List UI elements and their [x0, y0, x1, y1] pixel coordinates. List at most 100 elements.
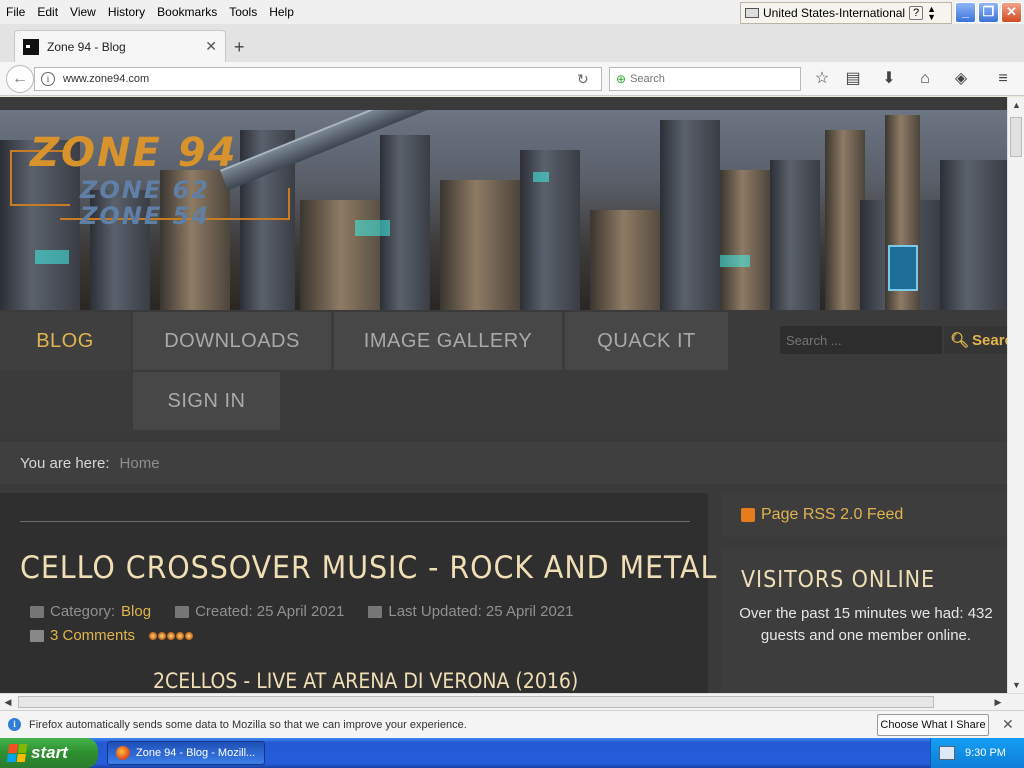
- visitors-text: Over the past 15 minutes we had: 432 gue…: [739, 605, 993, 644]
- scroll-left-icon[interactable]: ◀: [0, 694, 16, 710]
- article-subtitle: 2CELLOS - LIVE AT ARENA DI VERONA (2016): [153, 669, 579, 693]
- url-text: www.zone94.com: [63, 73, 150, 85]
- calendar-icon: [368, 605, 383, 618]
- language-label: United States-International: [763, 6, 906, 20]
- language-options-icon[interactable]: ▲ ▼: [927, 5, 936, 22]
- start-label: start: [31, 743, 68, 762]
- windows-logo-icon: [6, 744, 28, 762]
- restore-button[interactable]: ❐: [978, 2, 999, 23]
- downloads-icon[interactable]: ⬇: [879, 69, 899, 89]
- tab-title: Zone 94 - Blog: [47, 39, 126, 54]
- breadcrumb-home: Home: [119, 454, 160, 472]
- nav-sign-in[interactable]: SIGN IN: [133, 372, 280, 430]
- site-logo-secondary: ZONE 62: [80, 176, 211, 204]
- taskbar-item-label: Zone 94 - Blog - Mozill...: [136, 747, 256, 759]
- reading-list-icon[interactable]: ▤: [843, 69, 863, 89]
- tab-zone94-blog[interactable]: Zone 94 - Blog ✕: [14, 30, 226, 62]
- divider: [20, 521, 690, 522]
- clock[interactable]: 9:30 PM: [965, 747, 1006, 759]
- site-navigation: BLOG DOWNLOADS IMAGE GALLERY QUACK IT SI…: [0, 310, 1007, 432]
- close-window-button[interactable]: ✕: [1001, 2, 1022, 23]
- tab-strip: Zone 94 - Blog ✕ +: [0, 24, 1024, 62]
- menu-tools[interactable]: Tools: [223, 5, 263, 19]
- nav-blog[interactable]: BLOG: [0, 312, 130, 370]
- scroll-down-icon[interactable]: ▼: [1008, 677, 1024, 693]
- site-favicon-icon: [23, 38, 39, 55]
- article-meta-comments: 3 Comments: [30, 627, 194, 644]
- rss-feed-link[interactable]: Page RSS 2.0 Feed: [721, 493, 1007, 537]
- search-engine-icon[interactable]: ⊕: [616, 72, 626, 86]
- nav-image-gallery[interactable]: IMAGE GALLERY: [334, 312, 562, 370]
- site-banner: ZONE 94 ZONE 62 ZONE 54: [0, 110, 1007, 310]
- keyboard-icon: [745, 8, 759, 18]
- rss-icon: [741, 508, 755, 522]
- browser-search-box[interactable]: ⊕: [609, 67, 801, 91]
- visitors-online-module: VISITORS ONLINE Over the past 15 minutes…: [721, 549, 1007, 693]
- site-search-button-label: Search: [972, 331, 1007, 349]
- breadcrumb-label: You are here:: [20, 454, 110, 472]
- scroll-thumb[interactable]: [1010, 117, 1022, 157]
- site-logo-primary[interactable]: ZONE 94: [30, 130, 237, 176]
- scroll-up-icon[interactable]: ▲: [1008, 97, 1024, 113]
- category-label: Category:: [50, 603, 116, 620]
- search-icon: 🔍︎: [950, 332, 970, 349]
- comment-icon: [30, 629, 44, 642]
- pocket-icon[interactable]: ◈: [951, 69, 971, 89]
- page-viewport: ZONE 94 ZONE 62 ZONE 54 BLOG DOWNLOADS I…: [0, 97, 1007, 693]
- system-tray: 9:30 PM: [930, 738, 1024, 768]
- nav-downloads[interactable]: DOWNLOADS: [133, 312, 331, 370]
- info-icon: i: [8, 718, 21, 731]
- language-bar[interactable]: United States-International ? ▲ ▼: [740, 2, 952, 24]
- start-button[interactable]: start: [0, 738, 98, 768]
- comments-link[interactable]: 3 Comments: [50, 627, 135, 644]
- close-tab-icon[interactable]: ✕: [205, 38, 217, 55]
- taskbar-item-firefox[interactable]: Zone 94 - Blog - Mozill...: [107, 741, 265, 765]
- browser-search-input[interactable]: [630, 73, 781, 85]
- category-link[interactable]: Blog: [121, 603, 151, 620]
- minimize-button[interactable]: _: [955, 2, 976, 23]
- info-icon[interactable]: i: [41, 72, 55, 86]
- created-date: Created: 25 April 2021: [195, 603, 345, 620]
- hamburger-menu-icon[interactable]: ≡: [993, 69, 1013, 89]
- menu-file[interactable]: File: [0, 5, 31, 19]
- home-icon[interactable]: ⌂: [915, 69, 935, 89]
- menu-help[interactable]: Help: [263, 5, 300, 19]
- reload-icon[interactable]: ↻: [577, 71, 601, 88]
- visitors-title: VISITORS ONLINE: [741, 567, 936, 593]
- updated-date: Last Updated: 25 April 2021: [388, 603, 574, 620]
- menu-history[interactable]: History: [102, 5, 151, 19]
- navigation-toolbar: i www.zone94.com ↻ ← ⊕ ☆ ▤ ⬇ ⌂ ◈ ≡: [0, 62, 1024, 96]
- bookmark-star-icon[interactable]: ☆: [812, 69, 832, 89]
- calendar-icon: [175, 605, 190, 618]
- back-button[interactable]: ←: [6, 65, 34, 93]
- network-icon[interactable]: [939, 746, 955, 760]
- rss-label: Page RSS 2.0 Feed: [761, 506, 904, 523]
- article: CELLO CROSSOVER MUSIC - ROCK AND METAL C…: [0, 493, 716, 693]
- menu-edit[interactable]: Edit: [31, 5, 64, 19]
- nav-quack-it[interactable]: QUACK IT: [565, 312, 728, 370]
- close-notification-icon[interactable]: ✕: [1002, 716, 1014, 733]
- choose-what-i-share-button[interactable]: Choose What I Share: [877, 714, 989, 736]
- firefox-icon: [116, 746, 130, 760]
- site-logo-tertiary: ZONE 54: [80, 202, 211, 230]
- notification-text: Firefox automatically sends some data to…: [29, 718, 467, 731]
- rating-stars[interactable]: [149, 631, 194, 640]
- folder-icon: [30, 605, 44, 618]
- new-tab-icon[interactable]: +: [234, 37, 245, 58]
- article-meta: Category: Blog Created: 25 April 2021 La…: [30, 603, 574, 620]
- billboard-decoration: [888, 245, 918, 291]
- menu-bookmarks[interactable]: Bookmarks: [151, 5, 223, 19]
- taskbar: start Zone 94 - Blog - Mozill... 9:30 PM: [0, 738, 1024, 768]
- breadcrumb: You are here: Home: [0, 442, 1007, 484]
- notification-bar: i Firefox automatically sends some data …: [0, 710, 1024, 738]
- article-title[interactable]: CELLO CROSSOVER MUSIC - ROCK AND METAL: [20, 550, 717, 586]
- site-search-input[interactable]: [780, 326, 942, 354]
- help-icon[interactable]: ?: [909, 6, 924, 20]
- horizontal-scrollbar[interactable]: ◀ ▶: [0, 693, 1024, 710]
- scroll-right-icon[interactable]: ▶: [990, 694, 1006, 710]
- vertical-scrollbar[interactable]: ▲ ▼: [1007, 97, 1024, 693]
- hscroll-thumb[interactable]: [18, 696, 934, 708]
- url-bar[interactable]: i www.zone94.com ↻: [34, 67, 602, 91]
- site-search-button[interactable]: 🔍︎ Search: [944, 326, 1007, 354]
- menu-view[interactable]: View: [64, 5, 102, 19]
